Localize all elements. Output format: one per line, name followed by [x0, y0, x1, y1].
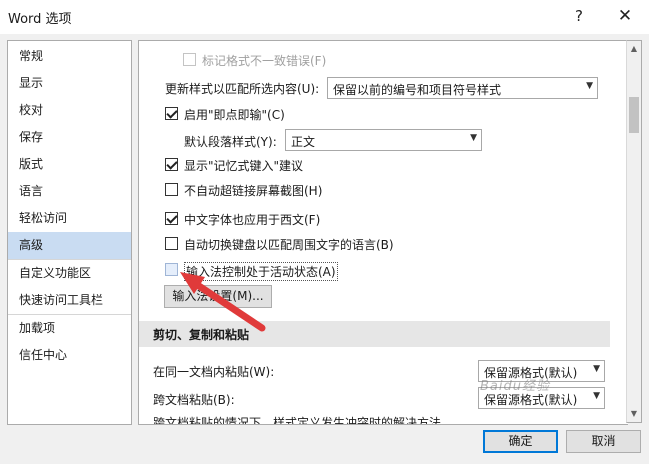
red-arrow-annotation-icon	[180, 272, 266, 332]
ok-button[interactable]: 确定	[483, 430, 558, 453]
cancel-button[interactable]: 取消	[566, 430, 641, 453]
watermark: Baidu经验	[480, 379, 550, 394]
